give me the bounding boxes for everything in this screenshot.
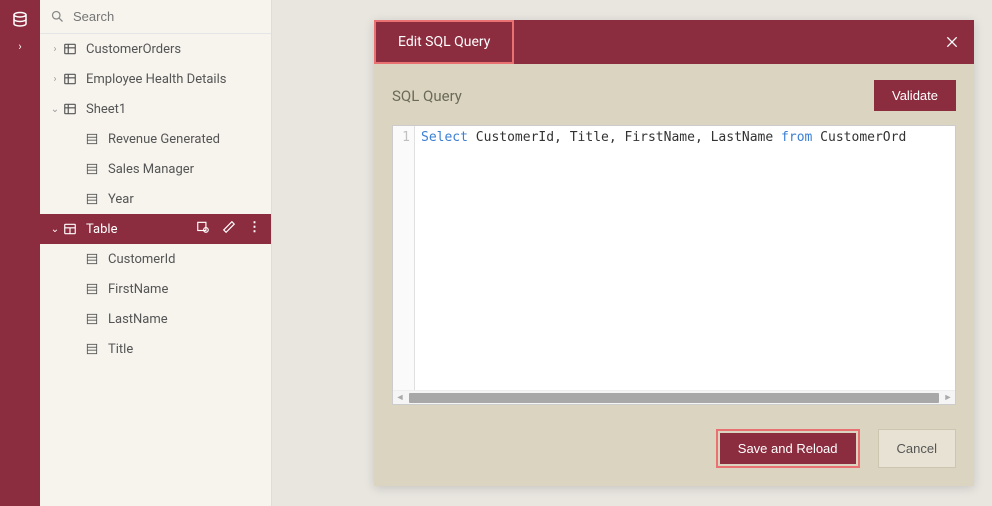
save-highlight: Save and Reload xyxy=(716,429,860,468)
modal-title: Edit SQL Query xyxy=(374,20,514,64)
chevron-down-icon[interactable]: ⌄ xyxy=(48,104,62,115)
table-icon xyxy=(62,101,78,117)
search-row xyxy=(40,0,271,34)
tree-item-firstname[interactable]: FirstName xyxy=(40,274,271,304)
sql-text: CustomerId, Title, FirstName, LastName xyxy=(468,130,781,145)
tree-item-label: Title xyxy=(108,342,271,357)
close-button[interactable] xyxy=(930,20,974,64)
tree-item-revenue-generated[interactable]: Revenue Generated xyxy=(40,124,271,154)
column-icon xyxy=(84,311,100,327)
left-rail: › xyxy=(0,0,40,506)
column-icon xyxy=(84,161,100,177)
query-icon[interactable] xyxy=(196,220,210,238)
tree-item-label: Year xyxy=(108,192,271,207)
sql-keyword: from xyxy=(781,130,812,145)
tree-item-sales-manager[interactable]: Sales Manager xyxy=(40,154,271,184)
tree-item-label: CustomerOrders xyxy=(86,42,271,57)
tree-item-label: Revenue Generated xyxy=(108,132,271,147)
tree-item-label: FirstName xyxy=(108,282,271,297)
tree-item-label: LastName xyxy=(108,312,271,327)
scroll-left-icon[interactable]: ◄ xyxy=(393,391,407,405)
tree-item-table[interactable]: ⌄ Table ⋮ xyxy=(40,214,271,244)
scroll-right-icon[interactable]: ► xyxy=(941,391,955,405)
more-icon[interactable]: ⋮ xyxy=(248,220,261,238)
tree-panel: › CustomerOrders › Employee Health Details ⌄… xyxy=(40,0,272,506)
column-icon xyxy=(84,191,100,207)
table-icon xyxy=(62,71,78,87)
validate-button[interactable]: Validate xyxy=(874,80,956,111)
modal-footer: Save and Reload Cancel xyxy=(374,415,974,486)
modal-header: Edit SQL Query xyxy=(374,20,974,64)
sql-text: CustomerOrd xyxy=(812,130,906,145)
tree-item-label: Employee Health Details xyxy=(86,72,271,87)
modal-body: SQL Query Validate 1 Select CustomerId, … xyxy=(374,64,974,415)
tree-item-label: CustomerId xyxy=(108,252,271,267)
edit-sql-modal: Edit SQL Query SQL Query Validate 1 Sele… xyxy=(374,20,974,486)
tree-item-customerid[interactable]: CustomerId xyxy=(40,244,271,274)
sql-editor[interactable]: 1 Select CustomerId, Title, FirstName, L… xyxy=(392,125,956,405)
tree-item-lastname[interactable]: LastName xyxy=(40,304,271,334)
line-gutter: 1 xyxy=(393,126,415,404)
sql-keyword: Select xyxy=(421,130,468,145)
tree-item-label: Sales Manager xyxy=(108,162,271,177)
tree-item-year[interactable]: Year xyxy=(40,184,271,214)
scroll-thumb[interactable] xyxy=(409,393,939,403)
search-input[interactable] xyxy=(73,9,261,24)
save-and-reload-button[interactable]: Save and Reload xyxy=(720,433,856,464)
table-icon xyxy=(62,41,78,57)
code-area[interactable]: Select CustomerId, Title, FirstName, Las… xyxy=(415,126,955,404)
search-icon xyxy=(50,9,65,24)
main-area: Edit SQL Query SQL Query Validate 1 Sele… xyxy=(272,0,992,506)
chevron-right-icon[interactable]: › xyxy=(8,34,32,58)
chevron-right-icon[interactable]: › xyxy=(48,74,62,85)
sql-query-label: SQL Query xyxy=(392,87,462,105)
edit-icon[interactable] xyxy=(222,220,236,238)
column-icon xyxy=(84,251,100,267)
item-actions: ⋮ xyxy=(196,220,271,238)
tree-item-title[interactable]: Title xyxy=(40,334,271,364)
chevron-down-icon[interactable]: ⌄ xyxy=(48,224,62,235)
tree-list: › CustomerOrders › Employee Health Details ⌄… xyxy=(40,34,271,506)
tree-item-employee-health-details[interactable]: › Employee Health Details xyxy=(40,64,271,94)
query-icon xyxy=(62,221,78,237)
column-icon xyxy=(84,131,100,147)
cancel-button[interactable]: Cancel xyxy=(878,429,956,468)
tree-item-customerorders[interactable]: › CustomerOrders xyxy=(40,34,271,64)
tree-item-label: Sheet1 xyxy=(86,102,271,117)
close-icon xyxy=(944,34,960,50)
column-icon xyxy=(84,281,100,297)
horizontal-scrollbar[interactable]: ◄ ► xyxy=(393,390,955,404)
chevron-right-icon[interactable]: › xyxy=(48,44,62,55)
database-icon[interactable] xyxy=(8,8,32,32)
column-icon xyxy=(84,341,100,357)
tree-item-label: Table xyxy=(86,222,196,237)
tree-item-sheet1[interactable]: ⌄ Sheet1 xyxy=(40,94,271,124)
